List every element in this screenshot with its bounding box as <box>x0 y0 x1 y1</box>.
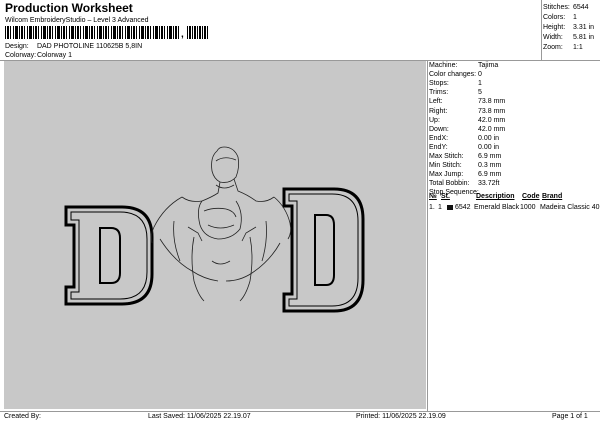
father-child-line-art <box>150 146 292 302</box>
color-swatch <box>447 205 453 210</box>
barcode-separator: , <box>181 29 184 40</box>
info-endx: EndX: 0.00 in <box>429 134 500 142</box>
info-total-bobbin: Total Bobbin: 33.72ft <box>429 180 500 188</box>
info-max-jump: Max Jump: 6.9 mm <box>429 171 502 179</box>
stats-divider <box>541 0 542 60</box>
col-description: Description <box>476 193 515 200</box>
info-stops: Stops: 1 <box>429 80 482 88</box>
row-stop: 1 <box>438 204 442 211</box>
colorway-label: Colorway: <box>5 52 37 59</box>
row-brand: Madeira Classic 40 <box>540 204 600 211</box>
created-by: Created By: <box>4 413 41 420</box>
col-brand: Brand <box>542 193 563 200</box>
info-right: Right: 73.8 mm <box>429 107 506 115</box>
design-value: DAD PHOTOLINE 110625B 5,8IN <box>36 43 143 50</box>
barcode <box>5 26 180 39</box>
colorway-value: Colorway 1 <box>36 52 72 59</box>
info-left: Left: 73.8 mm <box>429 98 506 106</box>
summary-height: Height: 3.31 in <box>543 23 595 31</box>
row-stitches: 6542 <box>455 204 471 211</box>
row-description: Emerald Black <box>474 204 520 211</box>
colorway-meta: Colorway: Colorway 1 <box>5 52 72 59</box>
row-number: 1. <box>429 204 435 211</box>
summary-zoom: Zoom: 1:1 <box>543 43 583 51</box>
printed-date: Printed: 11/06/2025 22.19.09 <box>356 413 446 420</box>
info-min-stitch: Min Stitch: 0.3 mm <box>429 162 502 170</box>
summary-stats: Stitches: 6544 Colors: 1 Height: 3.31 in Wi… <box>543 2 600 52</box>
design-label: Design: <box>5 43 29 50</box>
machine-info-panel: Machine: Tajima Color changes: 0 Stops: 1 T… <box>429 61 600 197</box>
page-title: Production Worksheet <box>5 1 133 15</box>
design-meta: Design: DAD PHOTOLINE 110625B 5,8IN <box>5 43 142 50</box>
info-machine: Machine: Tajima <box>429 62 499 70</box>
col-number: № <box>429 193 437 200</box>
last-saved: Last Saved: 11/06/2025 22.19.07 <box>148 413 251 420</box>
design-preview <box>4 61 426 409</box>
page-number: Page 1 of 1 <box>552 413 588 420</box>
table-row: 1. 1 6542 Emerald Black 1000 Madeira Cla… <box>429 204 600 211</box>
info-max-stitch: Max Stitch: 6.9 mm <box>429 152 502 160</box>
software-name: Wilcom EmbroideryStudio – Level 3 Advanc… <box>5 17 149 24</box>
info-down: Down: 42.0 mm <box>429 125 506 133</box>
stop-sequence-header: № St. Description Code Brand <box>429 193 562 200</box>
col-stop: St. <box>441 193 450 200</box>
barcode-secondary <box>187 26 209 39</box>
design-artwork <box>64 146 365 313</box>
footer-divider <box>0 411 600 412</box>
summary-width: Width: 5.81 in <box>543 33 595 41</box>
info-up: Up: 42.0 mm <box>429 116 506 124</box>
panel-divider <box>427 60 428 411</box>
info-color-changes: Color changes: 0 <box>429 71 482 79</box>
info-trims: Trims: 5 <box>429 89 482 97</box>
summary-colors: Colors: 1 <box>543 13 577 21</box>
info-endy: EndY: 0.00 in <box>429 143 500 151</box>
col-code: Code <box>522 193 540 200</box>
row-code: 1000 <box>520 204 536 211</box>
summary-stitches: Stitches: 6544 <box>543 3 589 11</box>
